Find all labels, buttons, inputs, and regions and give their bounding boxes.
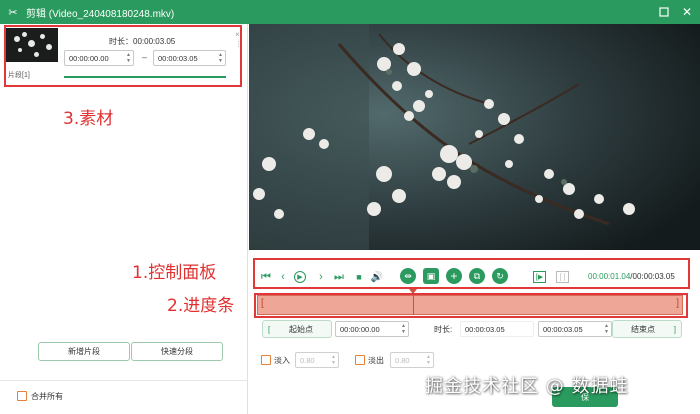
fade-in-value: 0.80	[300, 355, 315, 365]
merge-all-checkbox[interactable]	[17, 391, 27, 401]
spinner-icon[interactable]: ▲ ▼	[331, 354, 336, 366]
fade-out-value: 0.80	[395, 355, 410, 365]
video-frame-image	[249, 24, 700, 250]
merge-all-row: 合并所有	[0, 380, 248, 414]
current-time: 00:00:01.04	[588, 272, 631, 281]
next-frame-icon[interactable]: ›	[315, 271, 327, 283]
end-time-field[interactable]: 00:00:03.05 ▲ ▼	[538, 321, 612, 337]
watermark-text: 掘金技术社区 @ 数据蛙	[425, 376, 629, 397]
annotation-material: 3.素材	[63, 109, 114, 129]
range-row: [ 起始点 00:00:00.00 ▲ ▼ 时长: 00:00:03.05 00:…	[262, 320, 682, 338]
mark-out-icon[interactable]: [ ]	[556, 271, 569, 283]
add-icon[interactable]: +	[446, 268, 462, 284]
annotation-progress-bar: 2.进度条	[167, 296, 235, 316]
bracket-left-icon: [	[268, 324, 271, 334]
scissors-icon: ✂	[8, 6, 18, 19]
add-clip-button[interactable]: 新增片段	[38, 342, 130, 361]
stop-icon[interactable]: ■	[353, 271, 365, 283]
end-time-value: 00:00:03.05	[543, 324, 583, 334]
fade-out-checkbox[interactable]	[355, 355, 365, 365]
clip-duration: 时长：00:00:03.05	[109, 37, 176, 46]
clip-end-field[interactable]: 00:00:03.05 ▲ ▼	[153, 50, 226, 66]
clip-panel: 片段[1] 时长：00:00:03.05 00:00:00.00 ▲ ▼ – 00…	[0, 24, 248, 414]
close-icon[interactable]: ✕	[680, 5, 694, 19]
playhead[interactable]	[413, 291, 414, 315]
clip-item[interactable]: 片段[1] 时长：00:00:03.05 00:00:00.00 ▲ ▼ – 00…	[6, 28, 242, 100]
merge-all-label: 合并所有	[31, 392, 63, 401]
spinner-icon[interactable]: ▲ ▼	[426, 354, 431, 366]
start-time-field[interactable]: 00:00:00.00 ▲ ▼	[335, 321, 409, 337]
duration-label: 时长:	[434, 325, 453, 334]
skip-start-icon[interactable]: ⏮	[260, 271, 272, 283]
time-display: 00:00:01.04/00:00:03.05	[588, 272, 675, 281]
timeline-start-handle[interactable]: [	[261, 298, 264, 309]
clip-thumbnail	[6, 28, 58, 62]
fade-out-label: 淡出	[368, 356, 384, 365]
remove-clip-icon[interactable]: ×	[235, 30, 240, 39]
set-start-label: 起始点	[289, 324, 313, 334]
clip-start-value: 00:00:00.00	[69, 53, 109, 63]
clip-menu-icon[interactable]: ⋮	[235, 40, 242, 48]
quick-split-button[interactable]: 快速分段	[131, 342, 223, 361]
clip-end-value: 00:00:03.05	[158, 53, 198, 63]
volume-icon[interactable]: 🔊	[371, 271, 383, 283]
spinner-icon[interactable]: ▲ ▼	[401, 323, 406, 335]
video-preview	[249, 24, 700, 250]
fade-in-checkbox[interactable]	[261, 355, 271, 365]
annotation-control-panel: 1.控制面板	[132, 263, 217, 283]
fade-out-field[interactable]: 0.80 ▲ ▼	[390, 352, 434, 368]
spinner-icon[interactable]: ▲ ▼	[604, 323, 609, 335]
play-icon[interactable]: ▶	[294, 271, 306, 283]
mark-in-icon[interactable]: [▶	[533, 271, 546, 283]
control-panel: ⏮ ‹ ▶ › ⏭ ■ 🔊 ⇹ ▣ + ⧉ ↻ [▶ [ ] 00:00:01.…	[249, 257, 700, 295]
set-end-label: 结束点	[631, 324, 655, 334]
start-time-value: 00:00:00.00	[340, 324, 380, 334]
fade-in-field[interactable]: 0.80 ▲ ▼	[295, 352, 339, 368]
clip-start-field[interactable]: 00:00:00.00 ▲ ▼	[64, 50, 134, 66]
skip-end-icon[interactable]: ⏭	[333, 271, 345, 283]
window-title: 剪辑 (Video_240408180248.mkv)	[26, 8, 175, 20]
range-separator: –	[142, 52, 148, 62]
playhead-marker-icon[interactable]	[409, 289, 417, 294]
reset-icon[interactable]: ↻	[492, 268, 508, 284]
split-icon[interactable]: ⇹	[400, 268, 416, 284]
spinner-icon[interactable]: ▲ ▼	[218, 52, 223, 64]
total-time: 00:00:03.05	[632, 272, 675, 281]
fade-in-label: 淡入	[274, 356, 290, 365]
screenshot-icon[interactable]: ▣	[423, 268, 439, 284]
spinner-icon[interactable]: ▲ ▼	[126, 52, 131, 64]
prev-frame-icon[interactable]: ‹	[277, 271, 289, 283]
clip-progress-bar	[64, 76, 226, 78]
timeline-end-handle[interactable]: ]	[676, 298, 679, 309]
bracket-right-icon: ]	[673, 324, 676, 334]
clip-label: 片段[1]	[8, 72, 30, 79]
set-end-button[interactable]: 结束点 ]	[612, 320, 682, 338]
timeline-track[interactable]: [ ]	[257, 295, 683, 315]
set-start-button[interactable]: [ 起始点	[262, 320, 332, 338]
maximize-icon[interactable]	[657, 5, 671, 19]
duration-value: 00:00:03.05	[465, 324, 505, 334]
title-bar: ✂ 剪辑 (Video_240408180248.mkv) ✕	[0, 0, 700, 24]
duration-field: 00:00:03.05	[460, 321, 534, 337]
copy-icon[interactable]: ⧉	[469, 268, 485, 284]
